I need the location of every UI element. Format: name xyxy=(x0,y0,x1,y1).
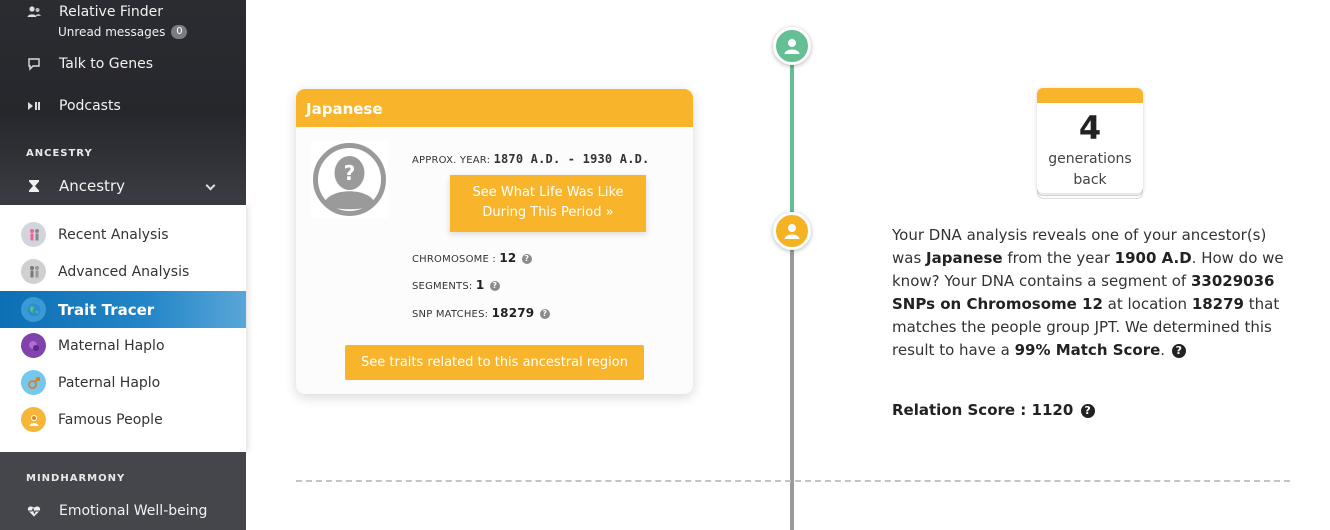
sidebar-item-talk-to-genes[interactable]: Talk to Genes xyxy=(0,53,246,75)
ancestry-submenu: Recent Analysis Advanced Analysis Trait … xyxy=(0,205,246,452)
svg-text:?: ? xyxy=(344,161,356,185)
generations-accent-bar xyxy=(1037,88,1143,103)
chromosome-value: 12 xyxy=(499,251,517,265)
sidebar-item-maternal-haplo[interactable]: Maternal Haplo xyxy=(0,327,246,364)
advanced-analysis-icon xyxy=(21,259,46,284)
section-heading-mindharmony: MINDHARMONY xyxy=(26,473,126,484)
chromosome-label: CHROMOSOME : xyxy=(412,254,496,265)
chat-icon xyxy=(27,57,41,71)
description-text: from the year xyxy=(1002,249,1115,267)
approx-year-value: 1870 A.D. - 1930 A.D. xyxy=(493,152,650,166)
segments-row: SEGMENTS: 1 ? xyxy=(412,278,500,292)
sidebar-item-paternal-haplo[interactable]: Paternal Haplo xyxy=(0,364,246,401)
recent-analysis-icon xyxy=(21,222,46,247)
description-group: Japanese xyxy=(926,249,1003,267)
play-pause-icon xyxy=(27,99,41,113)
sidebar-item-label: Maternal Haplo xyxy=(58,337,165,354)
sidebar-dark-section: Relative Finder Unread messages 0 Talk t… xyxy=(0,0,246,205)
ancestry-card: Japanese ? APPROX. YEAR: 1870 A.D. - 193… xyxy=(296,89,693,394)
sidebar-item-label: Advanced Analysis xyxy=(58,263,190,280)
sidebar-item-label: Relative Finder xyxy=(59,4,163,20)
sidebar-item-label: Podcasts xyxy=(59,98,121,114)
unknown-person-icon: ? xyxy=(311,141,388,218)
globe-icon xyxy=(21,297,46,322)
sidebar-item-label: Recent Analysis xyxy=(58,226,169,243)
segments-value: 1 xyxy=(475,278,485,292)
description-match-score: 99% Match Score xyxy=(1014,341,1161,359)
timeline-node-person-icon xyxy=(773,27,811,65)
sidebar-item-relative-finder[interactable]: Relative Finder xyxy=(0,2,246,22)
chevron-down-icon xyxy=(205,180,216,191)
sidebar-item-advanced-analysis[interactable]: Advanced Analysis xyxy=(0,253,246,290)
relation-score-text: Relation Score : 1120 xyxy=(892,401,1074,419)
relation-score: Relation Score : 1120 ? xyxy=(892,401,1095,419)
generations-line-1: generations xyxy=(1048,151,1132,167)
help-icon[interactable]: ? xyxy=(521,254,532,264)
timeline-line-green xyxy=(790,46,794,232)
description-location: 18279 xyxy=(1191,295,1244,313)
help-icon[interactable]: ? xyxy=(489,281,500,291)
approx-year-label: APPROX. YEAR: xyxy=(412,155,491,166)
generations-card: 4 generations back xyxy=(1037,88,1143,193)
see-life-period-button[interactable]: See What Life Was Like During This Perio… xyxy=(450,175,646,232)
sidebar-item-label: Emotional Well-being xyxy=(59,503,208,519)
ancestry-toggle-label: Ancestry xyxy=(59,177,125,195)
unread-label: Unread messages xyxy=(58,25,166,39)
ancestry-description: Your DNA analysis reveals one of your an… xyxy=(892,224,1292,362)
generations-number: 4 xyxy=(1078,109,1102,147)
hourglass-icon xyxy=(27,179,41,193)
segments-label: SEGMENTS: xyxy=(412,281,473,292)
unread-messages[interactable]: Unread messages 0 xyxy=(58,25,188,39)
section-heading-ancestry: ANCESTRY xyxy=(26,148,93,159)
generations-back-box: 4 generations back xyxy=(1037,88,1143,199)
timeline-line-grey xyxy=(790,232,794,530)
sidebar-item-label: Paternal Haplo xyxy=(58,374,161,391)
description-text: at location xyxy=(1102,295,1192,313)
card-title: Japanese xyxy=(296,89,693,127)
heart-pulse-icon xyxy=(27,504,41,518)
relatives-icon xyxy=(27,5,41,19)
chromosome-row: CHROMOSOME : 12 ? xyxy=(412,251,532,265)
sidebar-item-label: Talk to Genes xyxy=(59,56,154,72)
sidebar-bottom-section: MINDHARMONY Emotional Well-being xyxy=(0,452,246,530)
sidebar-item-trait-tracer[interactable]: Trait Tracer xyxy=(0,291,246,328)
description-text: . xyxy=(1160,341,1166,359)
sidebar-item-label: Famous People xyxy=(58,411,163,428)
generations-line-2: back xyxy=(1073,172,1107,188)
generations-text: generations back xyxy=(1037,149,1143,191)
sidebar-item-emotional-wellbeing[interactable]: Emotional Well-being xyxy=(0,500,246,522)
ancestry-menu-toggle[interactable]: Ancestry xyxy=(0,175,246,197)
help-icon[interactable]: ? xyxy=(1080,403,1095,418)
famous-people-icon xyxy=(21,407,46,432)
description-year: 1900 A.D xyxy=(1114,249,1192,267)
sidebar-item-famous-people[interactable]: Famous People xyxy=(0,401,246,438)
maternal-haplo-icon xyxy=(21,333,46,358)
snp-matches-row: SNP MATCHES: 18279 ? xyxy=(412,306,550,320)
sidebar-item-label: Trait Tracer xyxy=(58,300,155,319)
sidebar-item-podcasts[interactable]: Podcasts xyxy=(0,95,246,117)
help-icon[interactable]: ? xyxy=(539,309,550,319)
help-icon[interactable]: ? xyxy=(1171,343,1186,358)
snp-matches-label: SNP MATCHES: xyxy=(412,309,489,320)
timeline-node-person-icon xyxy=(773,212,811,250)
snp-matches-value: 18279 xyxy=(491,306,535,320)
see-traits-button[interactable]: See traits related to this ancestral reg… xyxy=(345,345,644,380)
unread-count-badge: 0 xyxy=(171,25,188,39)
sidebar-item-recent-analysis[interactable]: Recent Analysis xyxy=(0,216,246,253)
approx-year-row: APPROX. YEAR: 1870 A.D. - 1930 A.D. xyxy=(412,152,649,166)
section-divider xyxy=(296,480,1290,482)
male-symbol-icon xyxy=(21,370,46,395)
sidebar: Relative Finder Unread messages 0 Talk t… xyxy=(0,0,246,530)
